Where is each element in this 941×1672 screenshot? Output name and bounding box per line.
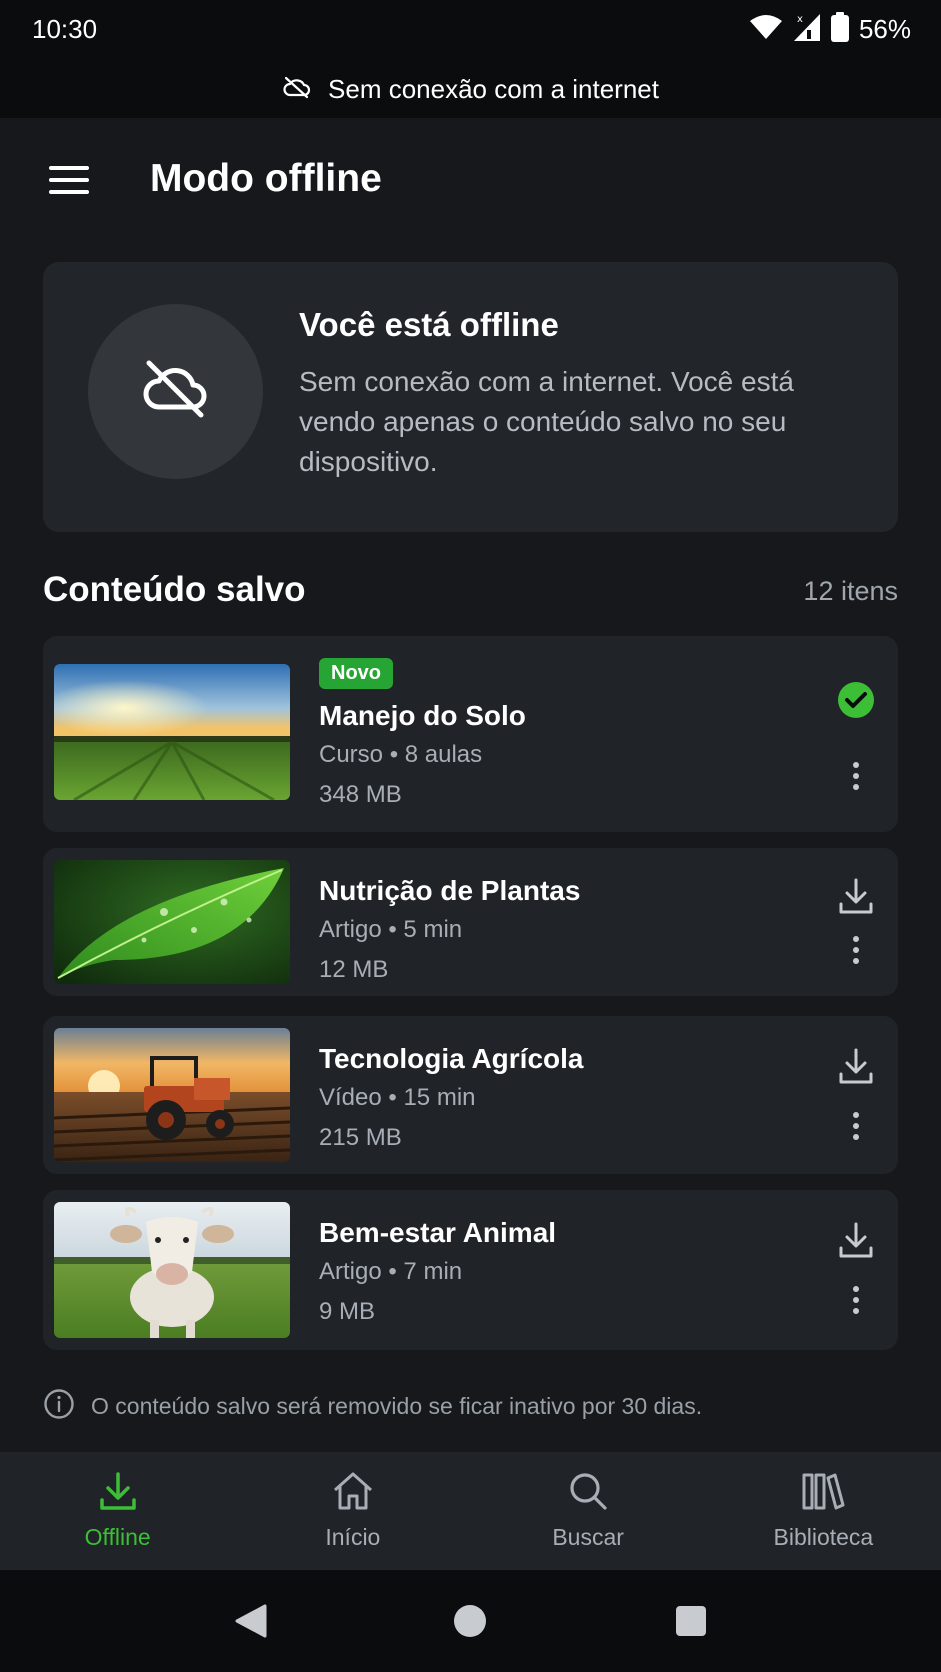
home-circle-icon[interactable] xyxy=(440,1591,500,1651)
item-body: Bem-estar Animal Artigo • 7 min 9 MB xyxy=(319,1214,556,1332)
new-badge: Novo xyxy=(319,658,393,689)
status-time: 10:30 xyxy=(32,14,98,44)
download-icon xyxy=(98,1471,138,1516)
list-item[interactable]: Nutrição de Plantas Artigo • 5 min 12 MB xyxy=(43,848,898,996)
list-item[interactable]: Novo Manejo do Solo Curso • 8 aulas 348 … xyxy=(43,636,898,832)
item-meta: Curso • 8 aulas xyxy=(319,741,483,768)
bottom-navigation: Offline Início Buscar Biblioteca xyxy=(0,1452,941,1570)
library-icon xyxy=(801,1471,845,1516)
nav-item-biblioteca[interactable]: Biblioteca xyxy=(706,1452,941,1570)
offline-status-card: Você está offline Sem conexão com a inte… xyxy=(43,262,898,532)
more-options-icon[interactable] xyxy=(834,1104,878,1148)
status-bar: 10:30 x 56% xyxy=(0,0,941,60)
nav-item-buscar[interactable]: Buscar xyxy=(471,1452,706,1570)
item-size: 9 MB xyxy=(319,1298,376,1325)
footer-note-text: O conteúdo salvo será removido se ficar … xyxy=(91,1393,703,1419)
offline-title: Você está offline xyxy=(299,306,559,343)
page-title: Modo offline xyxy=(150,157,382,200)
cow-image xyxy=(54,1202,290,1338)
download-icon[interactable] xyxy=(834,1218,878,1262)
item-body: Nutrição de Plantas Artigo • 5 min 12 MB xyxy=(319,872,580,990)
item-meta: Artigo • 5 min xyxy=(319,916,463,943)
svg-text:x: x xyxy=(797,14,803,25)
item-size: 348 MB xyxy=(319,781,402,808)
battery-percent: 56% xyxy=(858,14,911,44)
item-size: 12 MB xyxy=(319,956,389,983)
search-icon xyxy=(568,1471,608,1516)
offline-icon-circle xyxy=(88,304,263,479)
wifi-icon xyxy=(749,13,783,46)
nav-label: Início xyxy=(325,1524,381,1550)
item-title: Tecnologia Agrícola xyxy=(319,1043,584,1074)
list-item[interactable]: Tecnologia Agrícola Vídeo • 15 min 215 M… xyxy=(43,1016,898,1174)
back-icon[interactable] xyxy=(220,1591,280,1651)
item-size: 215 MB xyxy=(319,1124,402,1151)
offline-description: Sem conexão com a internet. Você está ve… xyxy=(299,366,794,477)
download-icon[interactable] xyxy=(834,874,878,918)
item-body: Tecnologia Agrícola Vídeo • 15 min 215 M… xyxy=(319,1040,583,1158)
more-options-icon[interactable] xyxy=(834,754,878,798)
item-body: Novo Manejo do Solo Curso • 8 aulas 348 … xyxy=(319,658,526,815)
leaf-image xyxy=(54,860,290,984)
item-meta: Vídeo • 15 min xyxy=(319,1084,476,1111)
cloud-off-icon xyxy=(139,357,213,426)
connection-banner-text: Sem conexão com a internet xyxy=(328,73,659,104)
section-title: Conteúdo salvo xyxy=(43,570,306,609)
hamburger-menu-icon[interactable] xyxy=(40,156,98,204)
system-navigation-bar xyxy=(0,1570,941,1672)
tractor-image xyxy=(54,1028,290,1162)
check-circle-icon xyxy=(834,678,878,722)
nav-label: Buscar xyxy=(552,1524,624,1550)
item-title: Nutrição de Plantas xyxy=(319,875,581,906)
connection-banner: Sem conexão com a internet xyxy=(0,60,941,118)
status-icons: x 56% xyxy=(749,12,911,47)
item-meta: Artigo • 7 min xyxy=(319,1258,463,1285)
item-title: Bem-estar Animal xyxy=(319,1217,557,1248)
nav-item-inicio[interactable]: Início xyxy=(235,1452,470,1570)
signal-no-data-icon: x xyxy=(793,12,821,47)
battery-icon xyxy=(830,12,849,47)
item-title: Manejo do Solo xyxy=(319,700,526,731)
recents-square-icon[interactable] xyxy=(661,1591,721,1651)
sunset-field-image xyxy=(54,664,290,800)
nav-label: Offline xyxy=(84,1524,151,1550)
list-item[interactable]: Bem-estar Animal Artigo • 7 min 9 MB xyxy=(43,1190,898,1350)
cloud-off-icon xyxy=(282,75,312,104)
app-content: Modo offline Você está offline Sem conex… xyxy=(0,118,941,1452)
info-icon xyxy=(43,1388,75,1425)
section-count: 12 itens xyxy=(803,576,898,606)
nav-item-offline[interactable]: Offline xyxy=(0,1452,235,1570)
more-options-icon[interactable] xyxy=(834,1278,878,1322)
home-icon xyxy=(332,1471,374,1516)
download-icon[interactable] xyxy=(834,1044,878,1088)
more-options-icon[interactable] xyxy=(834,928,878,972)
nav-label: Biblioteca xyxy=(773,1524,874,1550)
footer-note: O conteúdo salvo será removido se ficar … xyxy=(43,1388,702,1425)
top-app-bar: Modo offline xyxy=(0,118,941,242)
